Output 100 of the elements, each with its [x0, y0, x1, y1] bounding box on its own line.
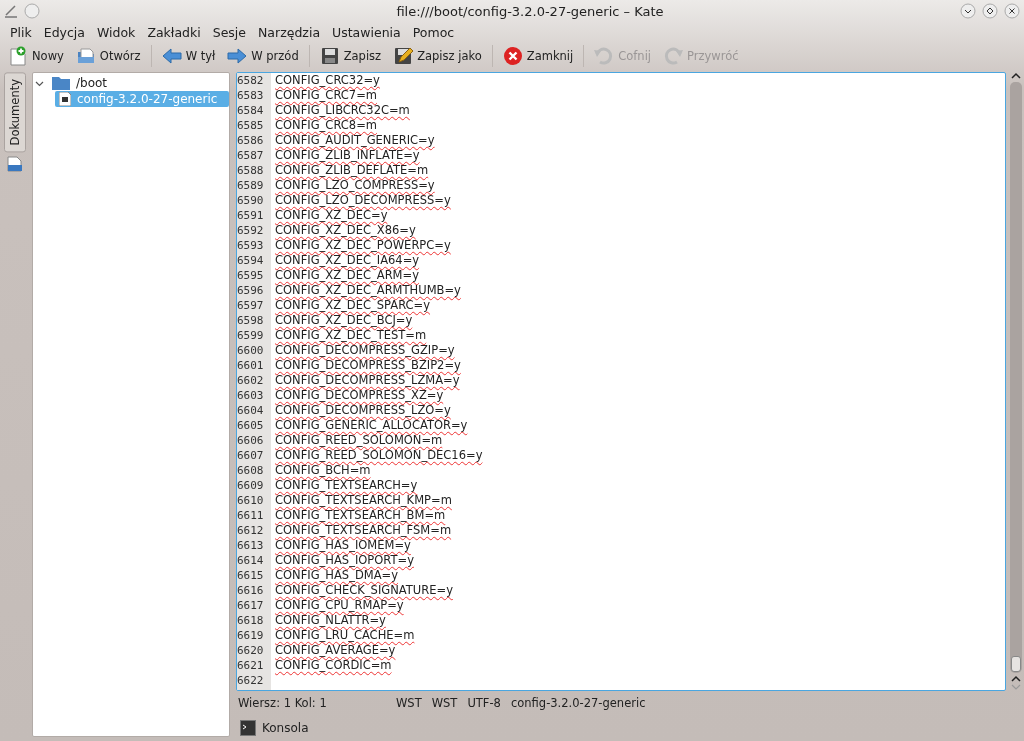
code-line: CONFIG_LRU_CACHE=m	[275, 628, 415, 643]
file-name: config-3.2.0-27-generic	[510, 696, 646, 710]
app-icon	[4, 4, 18, 18]
line-number: 6603	[237, 388, 265, 403]
toolbar-button[interactable]: W przód	[222, 44, 304, 68]
terminal-icon	[240, 720, 256, 736]
code-line: CONFIG_XZ_DEC_BCJ=y	[275, 313, 413, 328]
code-line: CONFIG_BCH=m	[275, 463, 371, 478]
code-line: CONFIG_AVERAGE=y	[275, 643, 396, 658]
text-editor[interactable]	[236, 72, 1006, 691]
code-line: CONFIG_TEXTSEARCH_KMP=m	[275, 493, 452, 508]
line-number: 6582	[237, 73, 265, 88]
scroll-up-icon[interactable]	[1011, 72, 1021, 80]
menu-item[interactable]: Sesje	[206, 24, 252, 40]
line-number: 6591	[237, 208, 265, 223]
menu-item[interactable]: Widok	[91, 24, 142, 40]
code-line: CONFIG_XZ_DEC=y	[275, 208, 388, 223]
code-line: CONFIG_HAS_DMA=y	[275, 568, 398, 583]
code-line: CONFIG_ZLIB_INFLATE=y	[275, 148, 420, 163]
code-line: CONFIG_DECOMPRESS_LZMA=y	[275, 373, 460, 388]
close-icon[interactable]	[1004, 3, 1020, 19]
documents-icon[interactable]	[7, 156, 23, 173]
close-icon	[502, 46, 523, 66]
folder-icon	[75, 46, 96, 66]
line-number: 6599	[237, 328, 265, 343]
undo-arrow-icon	[594, 46, 615, 66]
minimize-icon[interactable]	[960, 3, 976, 19]
line-number: 6586	[237, 133, 265, 148]
maximize-icon[interactable]	[982, 3, 998, 19]
line-number: 6614	[237, 553, 265, 568]
side-tab[interactable]: Dokumenty	[4, 72, 26, 153]
line-number: 6606	[237, 433, 265, 448]
line-number: 6601	[237, 358, 265, 373]
code-line: CONFIG_DECOMPRESS_GZIP=y	[275, 343, 455, 358]
line-number: 6588	[237, 163, 265, 178]
code-line: CONFIG_REED_SOLOMON_DEC16=y	[275, 448, 483, 463]
line-number: 6604	[237, 403, 265, 418]
line-number: 6598	[237, 313, 265, 328]
line-number: 6609	[237, 478, 265, 493]
toolbar-button[interactable]: Zapisz jako	[388, 44, 487, 68]
code-line: CONFIG_LIBCRC32C=m	[275, 103, 410, 118]
code-line: CONFIG_XZ_DEC_ARMTHUMB=y	[275, 283, 461, 298]
code-line: CONFIG_TEXTSEARCH=y	[275, 478, 418, 493]
line-number: 6595	[237, 268, 265, 283]
line-number: 6616	[237, 583, 265, 598]
line-number: 6602	[237, 373, 265, 388]
console-tab[interactable]: Konsola	[236, 718, 313, 738]
menu-item[interactable]: Plik	[4, 24, 38, 40]
code-line: CONFIG_TEXTSEARCH_FSM=m	[275, 523, 452, 538]
code-line: CONFIG_GENERIC_ALLOCATOR=y	[275, 418, 468, 433]
code-line: CONFIG_DECOMPRESS_BZIP2=y	[275, 358, 461, 373]
code-line: CONFIG_CPU_RMAP=y	[275, 598, 404, 613]
code-line: CONFIG_XZ_DEC_TEST=m	[275, 328, 427, 343]
menu-item[interactable]: Edycja	[37, 24, 91, 40]
line-number: 6612	[237, 523, 265, 538]
line-number: 6618	[237, 613, 265, 628]
code-line: CONFIG_LZO_COMPRESS=y	[275, 178, 435, 193]
scrollbar-thumb[interactable]	[1011, 656, 1021, 672]
code-line: CONFIG_TEXTSEARCH_BM=m	[275, 508, 446, 523]
code-line: CONFIG_CRC32=y	[275, 73, 380, 88]
line-number: 6590	[237, 193, 265, 208]
menu-item[interactable]: Pomoc	[406, 24, 461, 40]
code-line: CONFIG_HAS_IOMEM=y	[275, 538, 411, 553]
menu-item[interactable]: Narzędzia	[252, 24, 327, 40]
line-number: 6615	[237, 568, 265, 583]
toolbar-button[interactable]: W tył	[156, 44, 221, 68]
toolbar-button[interactable]: Zapisz	[314, 44, 387, 68]
selection-mode: WST	[431, 696, 458, 710]
line-number: 6613	[237, 538, 265, 553]
text-file-icon	[59, 92, 71, 106]
line-number: 6594	[237, 253, 265, 268]
line-number: 6587	[237, 148, 265, 163]
line-number: 6583	[237, 88, 265, 103]
menu-item[interactable]: Ustawienia	[326, 24, 407, 40]
line-number: 6592	[237, 223, 265, 238]
left-arrow-icon	[161, 46, 182, 66]
toolbar-button[interactable]: Otwórz	[70, 44, 146, 68]
menu-item[interactable]: Zakładki	[141, 24, 207, 40]
code-line: CONFIG_NLATTR=y	[275, 613, 386, 628]
line-number: 6589	[237, 178, 265, 193]
line-number: 6593	[237, 238, 265, 253]
line-number: 6621	[237, 658, 265, 673]
code-line: CONFIG_CHECK_SIGNATURE=y	[275, 583, 453, 598]
line-number: 6611	[237, 508, 265, 523]
scrollbar-track[interactable]	[1010, 82, 1022, 673]
scroll-up-icon[interactable]	[1011, 675, 1021, 683]
line-number: 6607	[237, 448, 265, 463]
toolbar-button[interactable]: Nowy	[3, 44, 69, 68]
encoding: UTF-8	[467, 696, 501, 710]
line-number: 6584	[237, 103, 265, 118]
floppy-pencil-icon	[393, 46, 414, 66]
window-title: file:///boot/config-3.2.0-27-generic – Kate	[395, 3, 665, 19]
line-number: 6608	[237, 463, 265, 478]
code-line: CONFIG_XZ_DEC_SPARC=y	[275, 298, 430, 313]
line-number: 6585	[237, 118, 265, 133]
toolbar-button[interactable]: Zamknij	[497, 44, 579, 68]
tree-item[interactable]: /boot	[48, 75, 112, 91]
line-number: 6597	[237, 298, 265, 313]
code-line: CONFIG_REED_SOLOMON=m	[275, 433, 443, 448]
code-line: CONFIG_CORDIC=m	[275, 658, 392, 673]
